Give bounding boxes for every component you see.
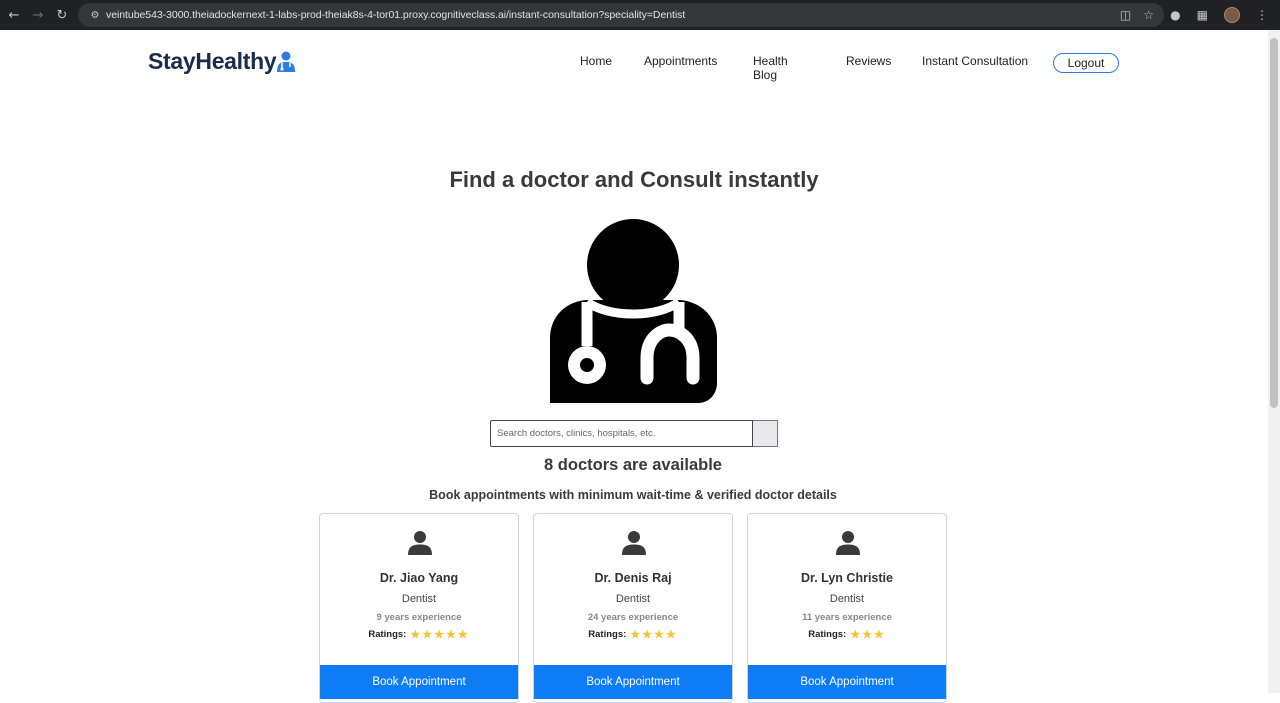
- doctor-experience: 11 years experience: [802, 612, 892, 623]
- site-info-icon[interactable]: ⚙: [84, 10, 106, 21]
- browser-toolbar: ← → ↻ ⚙ veintube543-3000.theiadockernext…: [0, 0, 1280, 30]
- person-icon: [622, 531, 646, 555]
- menu-kebab-icon[interactable]: ⋮: [1256, 8, 1268, 22]
- nav-health-blog[interactable]: Health Blog: [753, 54, 788, 82]
- star-icons: ★★★★★: [410, 629, 470, 641]
- forward-arrow-icon[interactable]: →: [26, 0, 50, 30]
- doctor-card: Dr. Jiao Yang Dentist 9 years experience…: [319, 513, 519, 703]
- page-title: Find a doctor and Consult instantly: [449, 167, 819, 192]
- ratings-label: Ratings:: [588, 629, 627, 640]
- star-icons: ★★★: [850, 629, 886, 641]
- doctor-speciality: Dentist: [615, 593, 651, 605]
- person-icon: [408, 531, 432, 555]
- star-icons: ★★★★: [630, 629, 678, 641]
- page-scrollbar[interactable]: [1268, 30, 1280, 693]
- bookmark-star-icon[interactable]: ☆: [1143, 8, 1154, 22]
- doctor-ratings: Ratings: ★★★★: [534, 628, 732, 641]
- nav-instant-consultation[interactable]: Instant Consultation: [922, 54, 1028, 68]
- reload-icon[interactable]: ↻: [50, 0, 74, 30]
- results-subtitle: Book appointments with minimum wait-time…: [429, 488, 837, 502]
- nav-home[interactable]: Home: [580, 54, 612, 68]
- search-bar: [490, 420, 778, 447]
- doctor-logo-icon: [277, 51, 296, 72]
- nav-reviews[interactable]: Reviews: [846, 54, 891, 68]
- book-appointment-button[interactable]: Book Appointment: [320, 665, 518, 699]
- nav-appointments[interactable]: Appointments: [644, 54, 717, 68]
- install-app-icon[interactable]: ◫: [1120, 8, 1131, 22]
- doctor-card: Dr. Lyn Christie Dentist 11 years experi…: [747, 513, 947, 703]
- back-arrow-icon[interactable]: ←: [2, 0, 26, 30]
- doctor-speciality: Dentist: [829, 593, 865, 605]
- doctor-speciality: Dentist: [401, 593, 437, 605]
- doctor-stethoscope-icon: [550, 219, 717, 403]
- doctor-count: 8 doctors are available: [544, 456, 722, 474]
- scrollbar-thumb[interactable]: [1270, 38, 1278, 408]
- doctor-card: Dr. Denis Raj Dentist 24 years experienc…: [533, 513, 733, 703]
- doctor-ratings: Ratings: ★★★★★: [320, 628, 518, 641]
- url-text[interactable]: veintube543-3000.theiadockernext-1-labs-…: [106, 9, 685, 21]
- ratings-label: Ratings:: [808, 629, 847, 640]
- ratings-label: Ratings:: [368, 629, 407, 640]
- logout-button[interactable]: Logout: [1053, 53, 1119, 73]
- doctor-experience: 24 years experience: [587, 612, 679, 623]
- book-appointment-button[interactable]: Book Appointment: [748, 665, 946, 699]
- doctor-ratings: Ratings: ★★★: [748, 628, 946, 641]
- site-logo[interactable]: StayHealthy: [148, 48, 296, 75]
- address-bar[interactable]: ⚙ veintube543-3000.theiadockernext-1-lab…: [78, 3, 1164, 27]
- search-button[interactable]: [753, 420, 778, 447]
- doctor-name: Dr. Denis Raj: [594, 571, 672, 585]
- book-appointment-button[interactable]: Book Appointment: [534, 665, 732, 699]
- profile-avatar[interactable]: [1224, 7, 1240, 23]
- extension-icon[interactable]: ●: [1170, 8, 1180, 22]
- brand-name: StayHealthy: [148, 48, 277, 74]
- doctor-name: Dr. Jiao Yang: [379, 571, 459, 585]
- doctor-name: Dr. Lyn Christie: [801, 571, 893, 585]
- search-input[interactable]: [490, 420, 753, 447]
- extensions-puzzle-icon[interactable]: ▦: [1197, 8, 1208, 22]
- person-icon: [836, 531, 860, 555]
- doctor-experience: 9 years experience: [376, 612, 462, 623]
